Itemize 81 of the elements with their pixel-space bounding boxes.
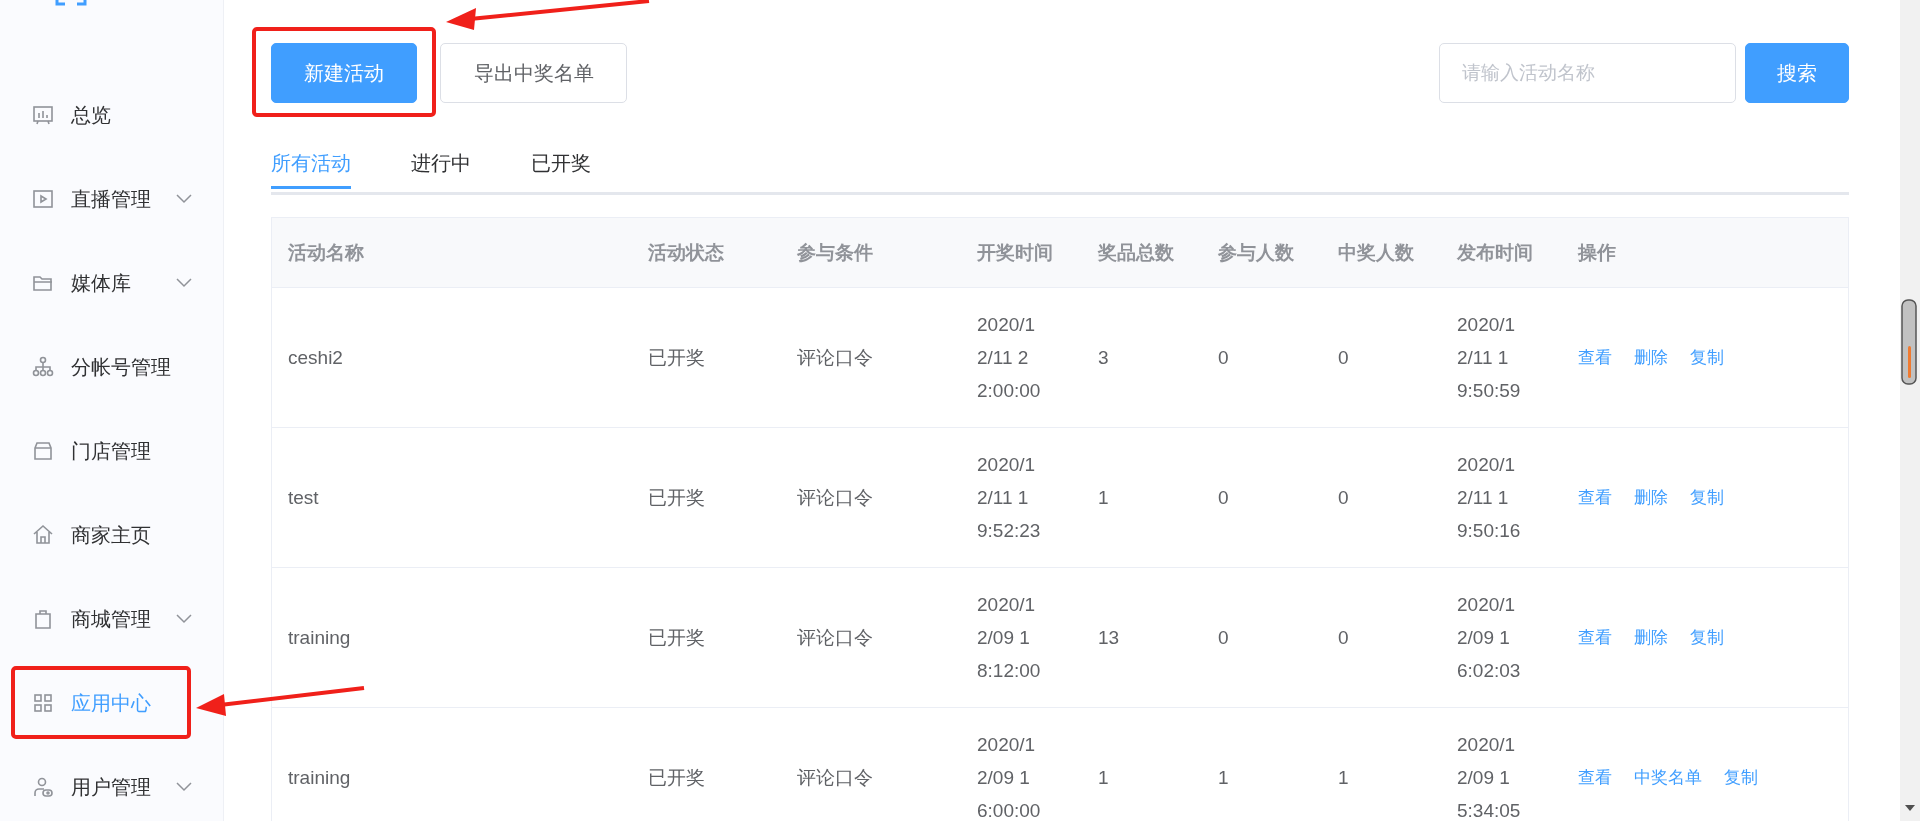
sidebar-item-icon xyxy=(31,439,55,463)
tab[interactable]: 进行中 xyxy=(411,140,471,189)
table-cell-text: 1 xyxy=(1098,766,1109,790)
table-cell-text: ceshi2 xyxy=(288,346,343,370)
table-cell-text: 1 xyxy=(1098,486,1109,510)
export-button[interactable]: 导出中奖名单 xyxy=(440,43,627,103)
table-cell-text: 评论口令 xyxy=(797,766,873,790)
search-button[interactable]: 搜索 xyxy=(1745,43,1849,103)
chevron-down-icon xyxy=(176,278,192,288)
sidebar-item[interactable]: 媒体库 xyxy=(0,241,223,325)
sidebar-item-icon xyxy=(31,103,55,127)
sidebar-item[interactable]: 门店管理 xyxy=(0,409,223,493)
sidebar-item-icon xyxy=(31,775,55,799)
column-header: 参与人数 xyxy=(1218,240,1294,265)
table-cell-text: 3 xyxy=(1098,346,1109,370)
action-link[interactable]: 删除 xyxy=(1634,621,1668,654)
table-cell-text: 0 xyxy=(1338,346,1349,370)
action-link[interactable]: 复制 xyxy=(1690,481,1724,514)
column-header: 奖品总数 xyxy=(1098,240,1174,265)
chevron-down-icon xyxy=(176,614,192,624)
action-link[interactable]: 查看 xyxy=(1578,621,1612,654)
table-cell-text: 2020/12/09 15:34:05 xyxy=(1457,733,1522,821)
table-cell-text: 已开奖 xyxy=(648,346,705,370)
table-cell-text: 2020/12/09 16:00:00 xyxy=(977,733,1042,821)
action-link[interactable]: 查看 xyxy=(1578,761,1612,794)
search-field[interactable]: 请输入活动名称 xyxy=(1439,43,1736,103)
tab[interactable]: 已开奖 xyxy=(531,140,591,189)
sidebar-item[interactable]: 分帐号管理 xyxy=(0,325,223,409)
table-cell-text: 0 xyxy=(1218,626,1229,650)
sidebar-item-icon xyxy=(31,187,55,211)
column-header: 操作 xyxy=(1578,240,1616,265)
sidebar-item-icon xyxy=(31,355,55,379)
column-header: 活动名称 xyxy=(288,240,364,265)
sidebar-item[interactable]: 总览 xyxy=(0,73,223,157)
table-cell-text: training xyxy=(288,626,351,650)
sidebar-item-icon xyxy=(31,523,55,547)
table-cell-text: 评论口令 xyxy=(797,346,873,370)
table-cell-text: 已开奖 xyxy=(648,486,705,510)
table-cell-text: 2020/12/09 18:12:00 xyxy=(977,593,1042,683)
column-header: 参与条件 xyxy=(797,240,873,265)
table-cell-text: 0 xyxy=(1338,486,1349,510)
table-cell-text: 0 xyxy=(1218,346,1229,370)
table-cell-text: 评论口令 xyxy=(797,626,873,650)
action-link[interactable]: 删除 xyxy=(1634,481,1668,514)
table-cell-text: 2020/12/11 19:50:59 xyxy=(1457,313,1522,403)
action-link[interactable]: 查看 xyxy=(1578,341,1612,374)
table-cell-text: 已开奖 xyxy=(648,626,705,650)
action-link[interactable]: 查看 xyxy=(1578,481,1612,514)
table-cell-text: 0 xyxy=(1218,486,1229,510)
table-cell-text: 2020/12/11 19:52:23 xyxy=(977,453,1042,543)
tab[interactable]: 所有活动 xyxy=(271,140,351,189)
column-header: 开奖时间 xyxy=(977,240,1053,265)
table-cell-text: 已开奖 xyxy=(648,766,705,790)
new-activity-button[interactable]: 新建活动 xyxy=(271,43,417,103)
scrollbar[interactable] xyxy=(1900,0,1920,821)
table-cell-text: training xyxy=(288,766,351,790)
action-link[interactable]: 中奖名单 xyxy=(1634,761,1702,794)
table-cell-text: 2020/12/11 19:50:16 xyxy=(1457,453,1522,543)
sidebar-item[interactable]: 商城管理 xyxy=(0,577,223,661)
sidebar-item[interactable]: 商家主页 xyxy=(0,493,223,577)
action-link[interactable]: 复制 xyxy=(1690,621,1724,654)
sidebar-item[interactable]: 用户管理 xyxy=(0,745,223,821)
action-link[interactable]: 删除 xyxy=(1634,341,1668,374)
chevron-down-icon xyxy=(176,782,192,792)
table-cell-text: 2020/12/09 16:02:03 xyxy=(1457,593,1522,683)
table-cell-text: 1 xyxy=(1338,766,1349,790)
chevron-down-icon xyxy=(176,194,192,204)
column-header: 发布时间 xyxy=(1457,240,1533,265)
sidebar-item[interactable]: 应用中心 xyxy=(0,661,223,745)
table-cell-text: 2020/12/11 22:00:00 xyxy=(977,313,1042,403)
action-link[interactable]: 复制 xyxy=(1724,761,1758,794)
table-cell-text: 0 xyxy=(1338,626,1349,650)
table-cell-text: 13 xyxy=(1098,626,1120,650)
table-cell-text: test xyxy=(288,486,319,510)
sidebar-item[interactable]: 直播管理 xyxy=(0,157,223,241)
sidebar-item-icon xyxy=(31,691,55,715)
action-link[interactable]: 复制 xyxy=(1690,341,1724,374)
column-header: 活动状态 xyxy=(648,240,724,265)
table-cell-text: 评论口令 xyxy=(797,486,873,510)
column-header: 中奖人数 xyxy=(1338,240,1414,265)
table-cell-text: 1 xyxy=(1218,766,1229,790)
